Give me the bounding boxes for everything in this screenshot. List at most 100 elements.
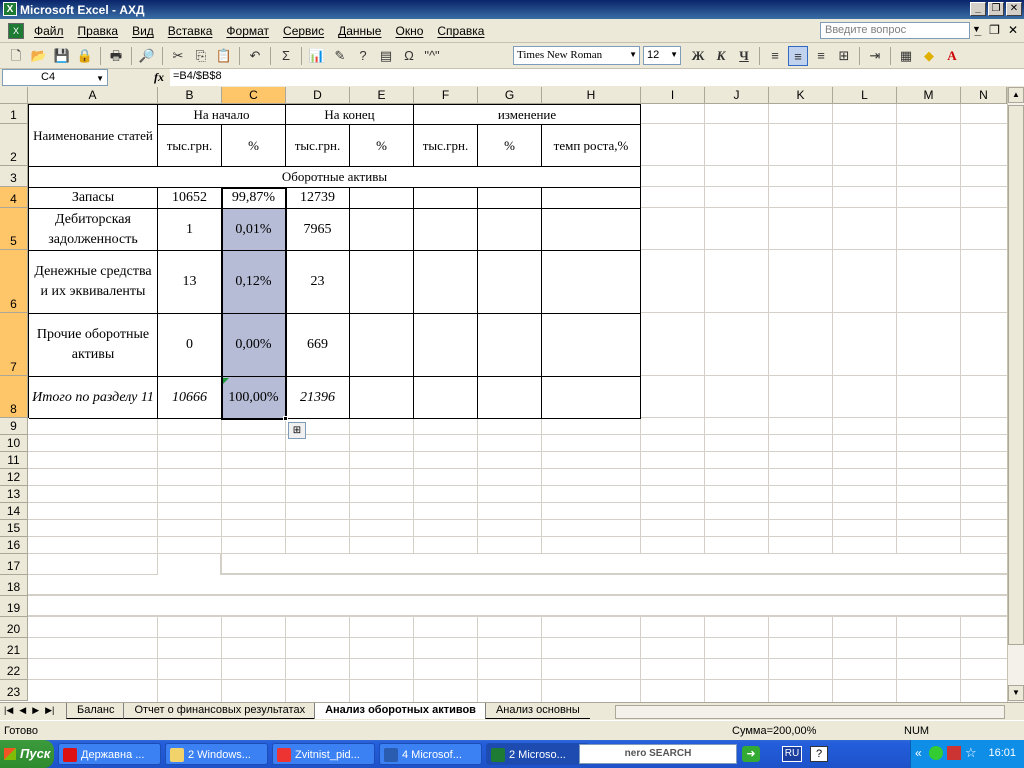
tab-balance[interactable]: Баланс — [66, 703, 125, 719]
menu-data[interactable]: Данные — [338, 24, 381, 38]
subheader-e[interactable]: % — [350, 125, 414, 167]
fill-color-icon[interactable]: ◆ — [919, 46, 939, 66]
menu-tools[interactable]: Сервис — [283, 24, 324, 38]
underline-button[interactable]: Ч — [734, 46, 754, 66]
indent-icon[interactable]: ⇥ — [865, 46, 885, 66]
empty-cell[interactable] — [350, 209, 414, 251]
open-folder-icon[interactable]: 📂 — [29, 46, 49, 66]
header-item-name[interactable]: Наименование статей — [29, 105, 158, 167]
font-size-select[interactable]: 12 ▼ — [643, 46, 681, 65]
tab-fixed-assets[interactable]: Анализ основны — [484, 703, 590, 719]
row-header-13[interactable]: 13 — [0, 486, 28, 503]
row-header-9[interactable]: 9 — [0, 418, 28, 435]
nero-search-input[interactable]: nero SEARCH — [579, 744, 737, 764]
task-button-excel[interactable]: 2 Microso... — [486, 743, 589, 765]
col-header-n[interactable]: N — [961, 87, 1007, 104]
select-all-corner[interactable] — [0, 87, 28, 104]
tab-financial-results[interactable]: Отчет о финансовых результатах — [123, 703, 316, 719]
error-indicator-icon[interactable] — [223, 378, 229, 384]
subheader-c[interactable]: % — [222, 125, 286, 167]
pct-cell[interactable]: 0,01% — [222, 209, 286, 251]
undo-icon[interactable]: ↶ — [245, 46, 265, 66]
col-header-e[interactable]: E — [350, 87, 414, 104]
value-end-cell[interactable]: 12739 — [286, 188, 350, 209]
row-header-10[interactable]: 10 — [0, 435, 28, 452]
empty-cell[interactable] — [350, 251, 414, 314]
task-button-pdf[interactable]: Zvitnist_pid... — [272, 743, 375, 765]
empty-cell[interactable] — [414, 314, 478, 377]
first-sheet-icon[interactable]: |◀ — [4, 705, 13, 716]
close-button[interactable]: ✕ — [1006, 2, 1022, 16]
empty-cell[interactable] — [414, 188, 478, 209]
start-button[interactable]: Пуск — [0, 740, 54, 768]
total-start-cell[interactable]: 10666 — [158, 377, 222, 419]
row-header-15[interactable]: 15 — [0, 520, 28, 537]
empty-cell[interactable] — [414, 251, 478, 314]
empty-cell[interactable] — [478, 314, 542, 377]
fill-handle[interactable] — [283, 416, 288, 421]
chart-wizard-icon[interactable]: 📊 — [307, 46, 327, 66]
value-end-cell[interactable]: 23 — [286, 251, 350, 314]
col-header-g[interactable]: G — [478, 87, 542, 104]
row-header-14[interactable]: 14 — [0, 503, 28, 520]
language-indicator[interactable]: RU — [782, 746, 802, 762]
quote-button[interactable]: "^" — [422, 46, 442, 66]
row-header-1[interactable]: 1 — [0, 104, 28, 124]
font-name-select[interactable]: Times New Roman ▼ — [513, 46, 640, 65]
row-header-11[interactable]: 11 — [0, 452, 28, 469]
total-end-cell[interactable]: 21396 — [286, 377, 350, 419]
row-header-21[interactable]: 21 — [0, 638, 28, 659]
menu-format[interactable]: Формат — [226, 24, 269, 38]
copy-icon[interactable]: ⎘ — [191, 46, 211, 66]
row-header-23[interactable]: 23 — [0, 680, 28, 701]
header-group-end[interactable]: На конец — [286, 105, 414, 125]
col-header-b[interactable]: B — [158, 87, 222, 104]
item-name-cell[interactable]: Денежные средства и их эквиваленты — [29, 251, 158, 314]
go-arrow-icon[interactable]: ➜ — [742, 746, 760, 762]
row-header-17[interactable]: 17 — [0, 554, 28, 575]
menu-window[interactable]: Окно — [395, 24, 423, 38]
row-header-8[interactable]: 8 — [0, 376, 28, 418]
research-icon[interactable]: 🔎 — [137, 46, 157, 66]
document-icon[interactable]: X — [8, 23, 24, 39]
merge-center-icon[interactable]: ⊞ — [834, 46, 854, 66]
drawing-icon[interactable]: ✎ — [330, 46, 350, 66]
item-name-cell[interactable]: Прочие оборотные активы — [29, 314, 158, 377]
bold-button[interactable]: Ж — [688, 46, 708, 66]
subheader-g[interactable]: % — [478, 125, 542, 167]
empty-cell[interactable] — [350, 377, 414, 419]
menu-insert[interactable]: Вставка — [168, 24, 213, 38]
value-start-cell[interactable]: 1 — [158, 209, 222, 251]
next-sheet-icon[interactable]: ▶ — [32, 705, 39, 716]
scroll-up-icon[interactable]: ▲ — [1008, 87, 1024, 103]
col-header-k[interactable]: K — [769, 87, 833, 104]
scroll-down-icon[interactable]: ▼ — [1008, 685, 1024, 701]
row-header-18[interactable]: 18 — [0, 575, 28, 596]
row-header-5[interactable]: 5 — [0, 208, 28, 250]
task-button-word[interactable]: 4 Microsof... — [379, 743, 482, 765]
section-title[interactable]: Оборотные активы — [29, 167, 641, 188]
help-icon[interactable]: ? — [353, 46, 373, 66]
menu-help[interactable]: Справка — [437, 24, 484, 38]
value-start-cell[interactable]: 10652 — [158, 188, 222, 209]
subheader-d[interactable]: тыс.грн. — [286, 125, 350, 167]
last-sheet-icon[interactable]: ▶| — [45, 705, 54, 716]
col-header-f[interactable]: F — [414, 87, 478, 104]
tray-expand-icon[interactable]: « — [915, 746, 922, 760]
paste-icon[interactable]: 📋 — [214, 46, 234, 66]
tray-app-icon[interactable] — [929, 746, 943, 760]
horizontal-scrollbar[interactable] — [615, 705, 1005, 719]
pct-cell[interactable]: 0,00% — [222, 314, 286, 377]
empty-cell[interactable] — [414, 209, 478, 251]
empty-cell[interactable] — [478, 251, 542, 314]
empty-cell[interactable] — [542, 377, 641, 419]
subheader-f[interactable]: тыс.грн. — [414, 125, 478, 167]
menu-view[interactable]: Вид — [132, 24, 154, 38]
tab-current-assets[interactable]: Анализ оборотных активов — [314, 703, 486, 719]
align-right-icon[interactable]: ≡ — [811, 46, 831, 66]
header-group-start[interactable]: На начало — [158, 105, 286, 125]
col-header-h[interactable]: H — [542, 87, 641, 104]
row-header-16[interactable]: 16 — [0, 537, 28, 554]
subheader-b[interactable]: тыс.грн. — [158, 125, 222, 167]
row-header-20[interactable]: 20 — [0, 617, 28, 638]
